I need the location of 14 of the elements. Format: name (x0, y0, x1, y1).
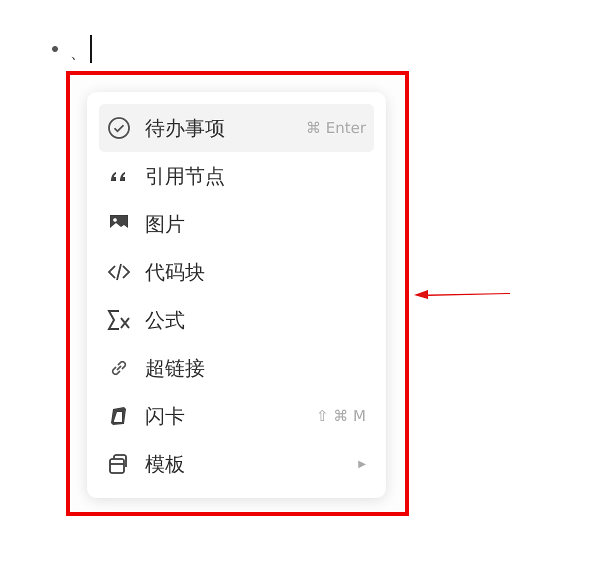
menu-item[interactable]: 公式 (99, 296, 374, 344)
text-cursor (90, 35, 92, 63)
editor-text: 、 (70, 43, 86, 63)
bullet-icon (52, 46, 58, 52)
menu-item[interactable]: 代码块 (99, 248, 374, 296)
menu-item[interactable]: 待办事项 ⌘ Enter (99, 104, 374, 152)
check-circle-icon (107, 116, 131, 140)
menu-item[interactable]: 图片 (99, 200, 374, 248)
menu-item[interactable]: 引用节点 (99, 152, 374, 200)
image-icon (107, 212, 131, 236)
menu-item[interactable]: 模板 ▶ (99, 440, 374, 488)
menu-item[interactable]: 超链接 (99, 344, 374, 392)
menu-item[interactable]: 闪卡 ⇧ ⌘ M (99, 392, 374, 440)
sigma-icon (107, 308, 131, 332)
